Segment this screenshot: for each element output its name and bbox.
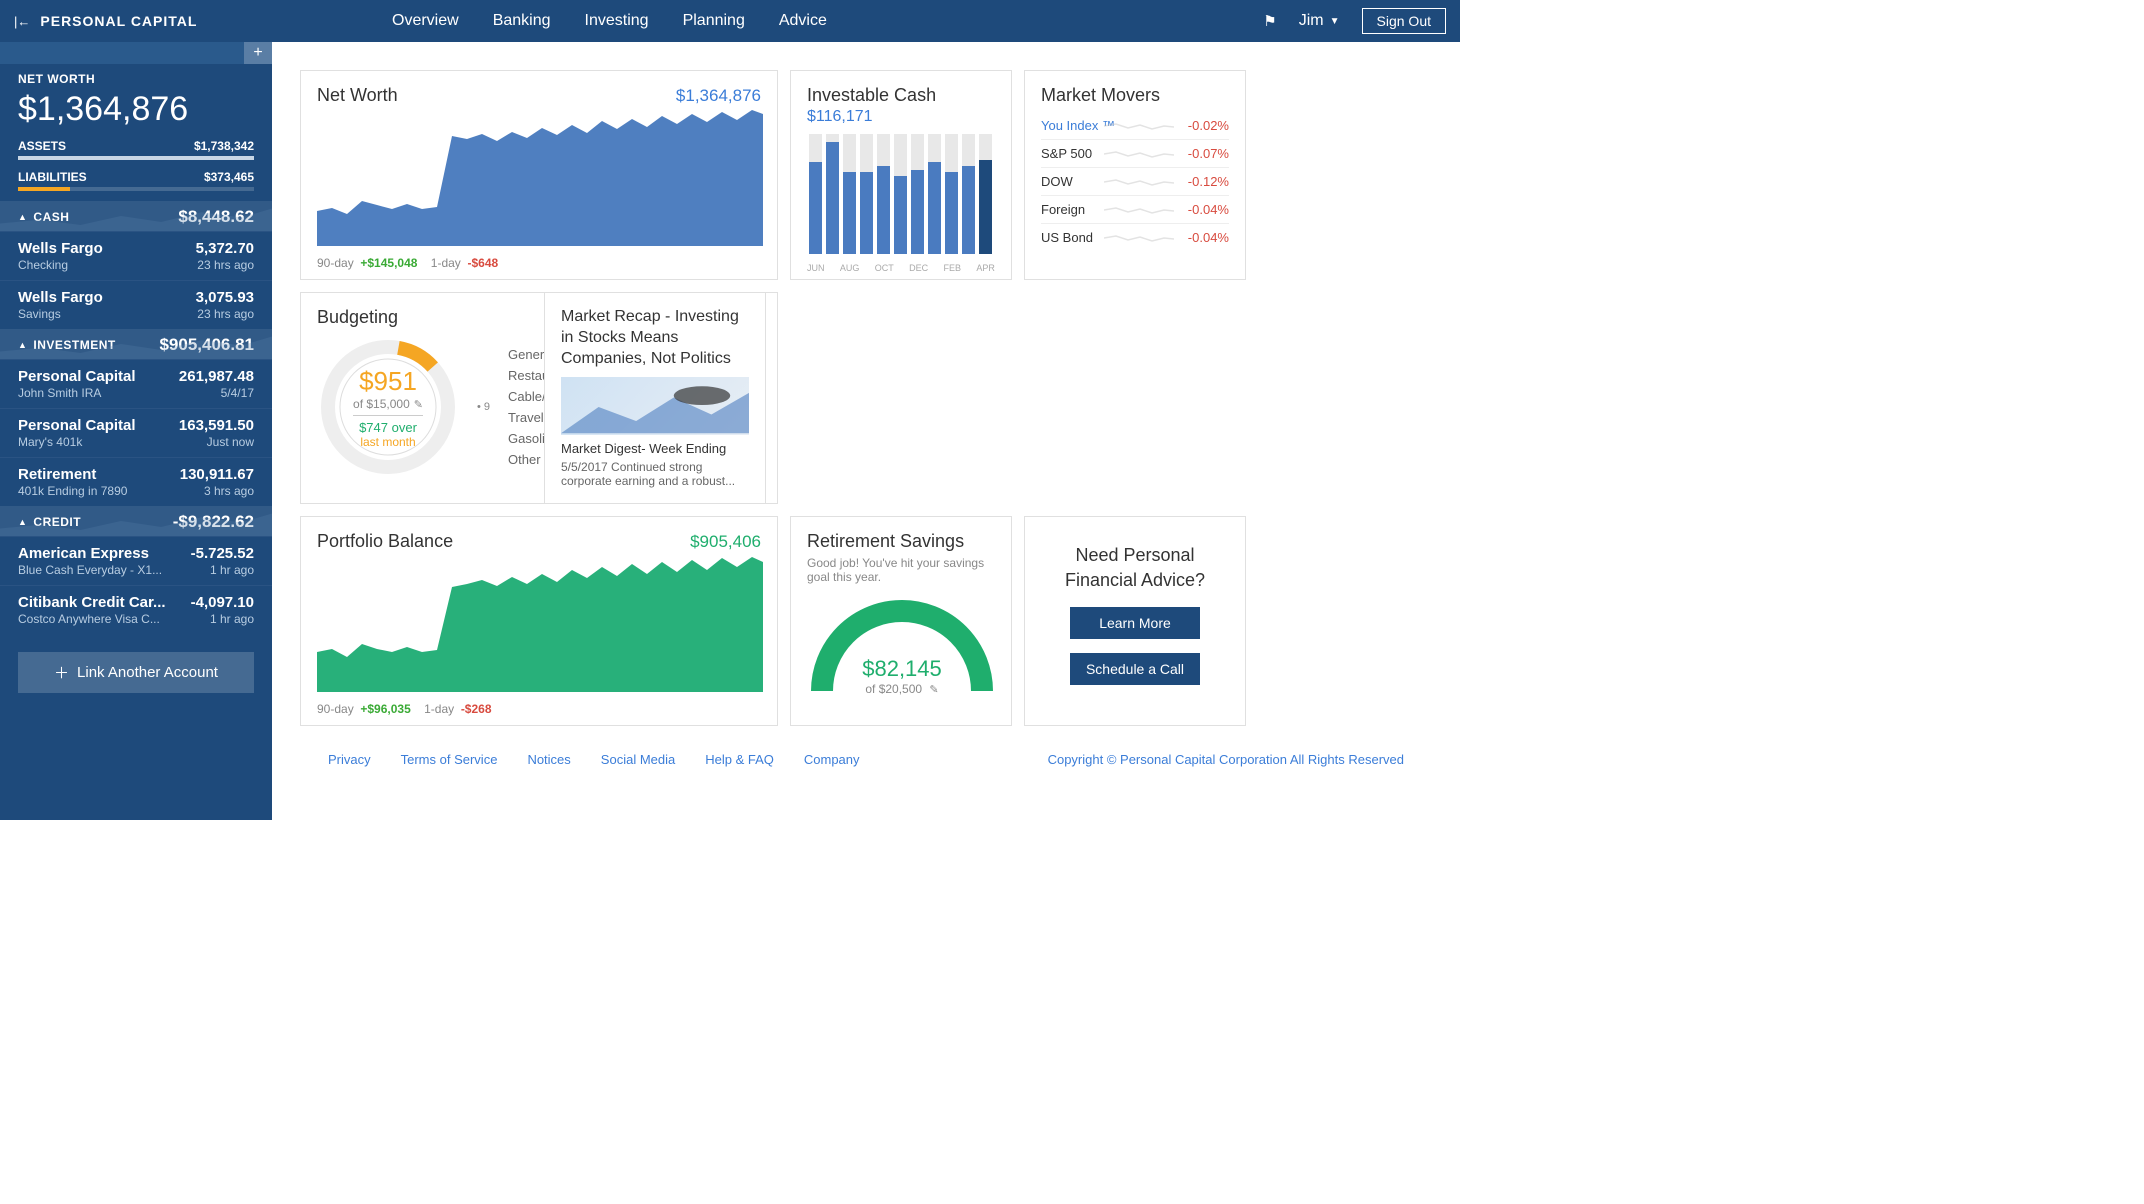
caret-down-icon: ▼ <box>1330 16 1340 27</box>
assets-value: $1,738,342 <box>194 139 254 153</box>
retirement-savings-card[interactable]: Retirement Savings Good job! You've hit … <box>790 516 1012 726</box>
recap-title: Market Recap - Investing in Stocks Means… <box>561 307 749 369</box>
nav-planning[interactable]: Planning <box>683 12 745 30</box>
account-row[interactable]: Citibank Credit Car...Costco Anywhere Vi… <box>0 585 272 634</box>
bar-axis: JUNAUGOCTDECFEBAPR <box>807 263 995 273</box>
pencil-icon[interactable]: ✎ <box>414 399 423 411</box>
flag-icon[interactable]: ⚑ <box>1263 12 1276 30</box>
footer-link[interactable]: Social Media <box>601 752 675 767</box>
footer-link[interactable]: Company <box>804 752 860 767</box>
account-row[interactable]: Wells FargoChecking5,372.7023 hrs ago <box>0 231 272 280</box>
budget-donut: $951 of $15,000✎ $747 over last month <box>317 336 459 478</box>
budget-day-marker: • 9 <box>477 401 490 413</box>
portfolio-balance-card[interactable]: Portfolio Balance $905,406 90-day +$96,0… <box>300 516 778 726</box>
learn-more-button[interactable]: Learn More <box>1070 607 1200 639</box>
liabilities-label: LIABILITIES <box>18 170 87 184</box>
portfolio-chart <box>317 552 763 692</box>
dashboard-main: Net Worth $1,364,876 90-day +$145,048 1-… <box>272 42 1460 820</box>
investable-cash-card[interactable]: Investable Cash $116,171 <box>790 70 1012 280</box>
pencil-icon[interactable]: ✎ <box>929 684 938 696</box>
link-account-button[interactable]: ＋ Link Another Account <box>18 652 254 693</box>
retirement-gauge: $82,145 of $20,500 ✎ <box>807 596 997 696</box>
account-row[interactable]: Wells FargoSavings3,075.9323 hrs ago <box>0 280 272 329</box>
sidebar-category-investment[interactable]: ▲ INVESTMENT$905,406.81 <box>0 329 272 359</box>
brand-logo: PERSONAL CAPITAL <box>40 13 197 29</box>
footer-link[interactable]: Notices <box>527 752 570 767</box>
market-recap-card[interactable]: Market Recap - Investing in Stocks Means… <box>544 292 766 504</box>
liabilities-bar <box>18 187 254 191</box>
footer-link[interactable]: Help & FAQ <box>705 752 774 767</box>
networth-label: NET WORTH <box>18 72 254 86</box>
topbar: |← PERSONAL CAPITAL Overview Banking Inv… <box>0 0 1460 42</box>
nav-advice[interactable]: Advice <box>779 12 827 30</box>
portfolio-amount: $905,406 <box>690 532 761 552</box>
sidebar-category-credit[interactable]: ▲ CREDIT-$9,822.62 <box>0 506 272 536</box>
user-menu[interactable]: Jim ▼ <box>1299 12 1340 30</box>
investable-amount: $116,171 <box>807 108 995 126</box>
market-mover-row[interactable]: DOW-0.12% <box>1041 168 1229 196</box>
market-mover-row[interactable]: Foreign-0.04% <box>1041 196 1229 224</box>
sidebar: + NET WORTH $1,364,876 ASSETS$1,738,342 … <box>0 42 272 820</box>
net-worth-amount: $1,364,876 <box>676 86 761 106</box>
assets-bar <box>18 156 254 160</box>
nav-investing[interactable]: Investing <box>585 12 649 30</box>
nav-overview[interactable]: Overview <box>392 12 459 30</box>
recap-image <box>561 377 749 435</box>
investable-bar-chart <box>807 134 997 254</box>
card-title: Investable Cash <box>807 85 995 106</box>
add-account-button[interactable]: + <box>244 42 272 64</box>
net-worth-card[interactable]: Net Worth $1,364,876 90-day +$145,048 1-… <box>300 70 778 280</box>
market-mover-row[interactable]: You Index ™-0.02% <box>1041 112 1229 140</box>
sign-out-button[interactable]: Sign Out <box>1362 8 1446 34</box>
footer: Privacy Terms of Service Notices Social Med… <box>300 738 1432 781</box>
market-mover-row[interactable]: S&P 500-0.07% <box>1041 140 1229 168</box>
account-row[interactable]: Personal CapitalJohn Smith IRA261,987.48… <box>0 359 272 408</box>
assets-label: ASSETS <box>18 139 66 153</box>
main-nav: Overview Banking Investing Planning Advi… <box>392 12 827 30</box>
account-row[interactable]: Personal CapitalMary's 401k163,591.50Jus… <box>0 408 272 457</box>
net-worth-chart <box>317 106 763 246</box>
user-name: Jim <box>1299 12 1324 30</box>
card-title: Net Worth <box>317 85 398 106</box>
collapse-sidebar-icon[interactable]: |← <box>14 14 30 29</box>
market-movers-card[interactable]: Market Movers You Index ™-0.02%S&P 500-0… <box>1024 70 1246 280</box>
account-row[interactable]: American ExpressBlue Cash Everyday - X1.… <box>0 536 272 585</box>
plus-icon: ＋ <box>54 662 69 683</box>
account-row[interactable]: Retirement401k Ending in 7890130,911.673… <box>0 457 272 506</box>
schedule-call-button[interactable]: Schedule a Call <box>1070 653 1200 685</box>
footer-link[interactable]: Terms of Service <box>401 752 498 767</box>
sidebar-category-cash[interactable]: ▲ CASH$8,448.62 <box>0 201 272 231</box>
nav-banking[interactable]: Banking <box>493 12 551 30</box>
card-title: Market Movers <box>1041 85 1229 106</box>
copyright: Copyright © Personal Capital Corporation… <box>1048 752 1404 767</box>
advice-card: Need Personal Financial Advice? Learn Mo… <box>1024 516 1246 726</box>
market-mover-row[interactable]: US Bond-0.04% <box>1041 224 1229 251</box>
networth-value: $1,364,876 <box>18 90 254 129</box>
liabilities-value: $373,465 <box>204 170 254 184</box>
card-title: Portfolio Balance <box>317 531 453 552</box>
footer-link[interactable]: Privacy <box>328 752 371 767</box>
card-title: Retirement Savings <box>807 531 995 552</box>
